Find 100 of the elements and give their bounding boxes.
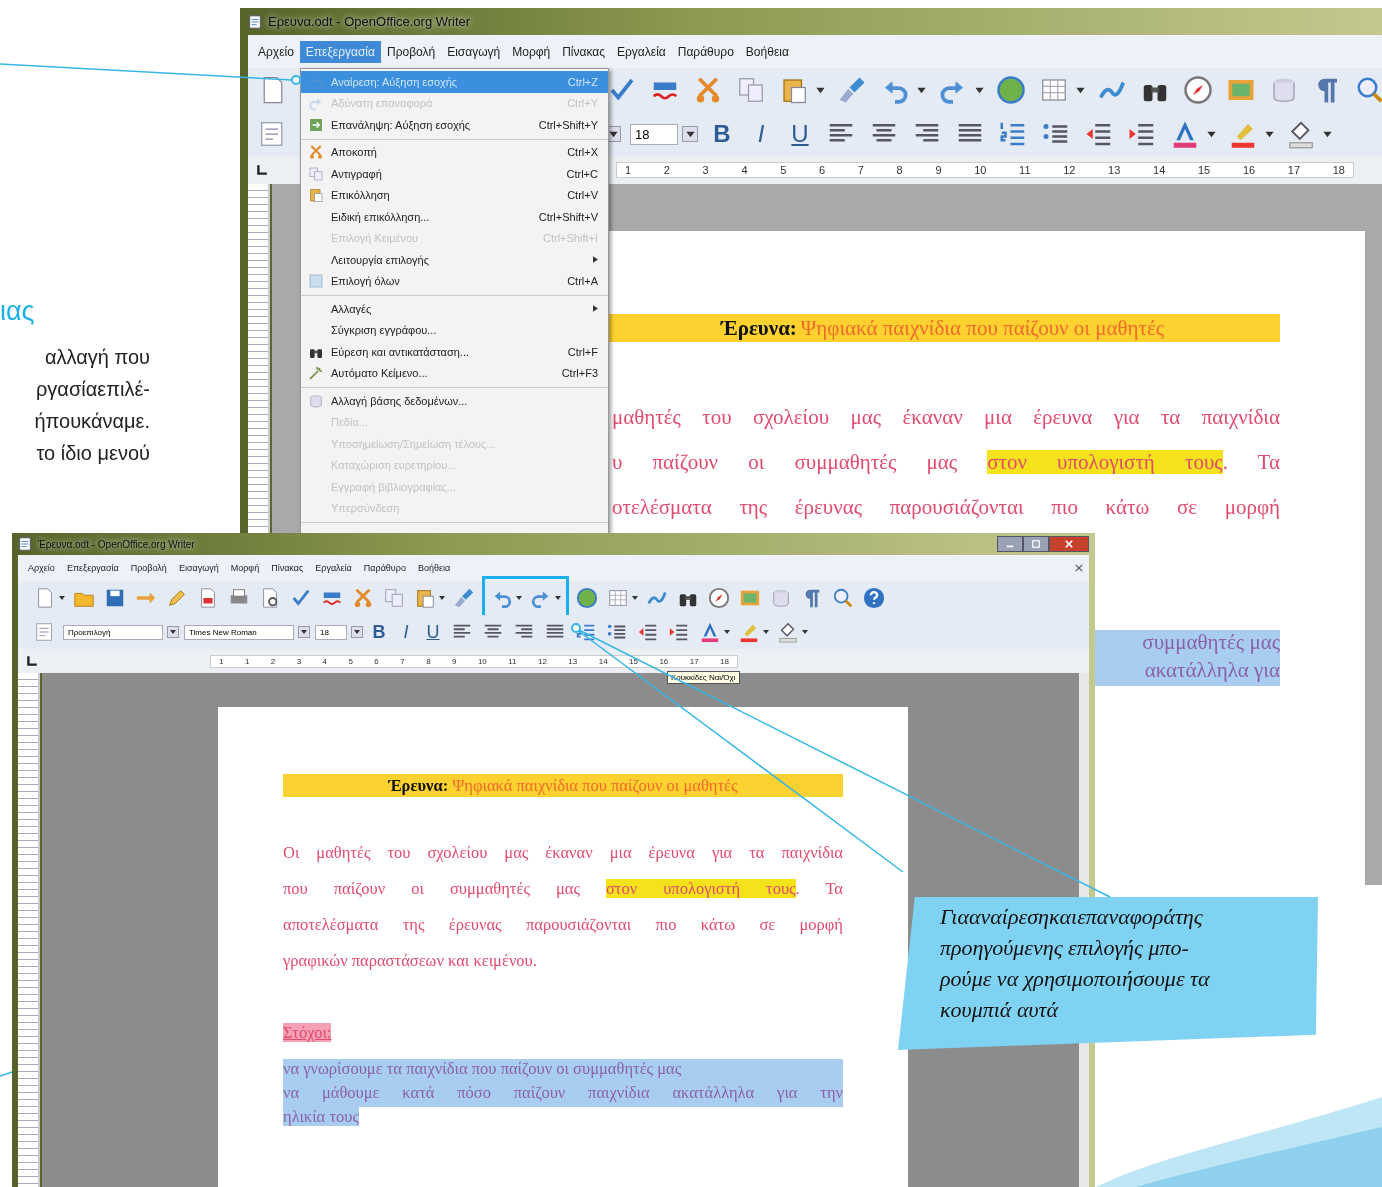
menu-item[interactable]: Αλλαγή βάσης δεδομένων... — [301, 390, 608, 412]
menu-item[interactable]: Αρχείο — [252, 40, 300, 63]
dropdown-caret-icon[interactable] — [801, 628, 809, 636]
format-button[interactable]: U — [422, 621, 444, 643]
ruler-number: 8 — [896, 164, 903, 176]
menu-item[interactable]: Πίνακας — [265, 559, 310, 577]
ruler-number: 15 — [629, 656, 638, 666]
ruler-number: 2 — [663, 164, 670, 176]
app-icon — [248, 14, 262, 29]
highlighted-text: στον υπολογιστή τους — [987, 450, 1223, 474]
menu-item[interactable]: Εισαγωγή — [172, 559, 225, 577]
format-button[interactable]: I — [746, 119, 776, 149]
menu-item[interactable]: Σύγκριση εγγράφου... — [301, 319, 608, 341]
close-button[interactable] — [1049, 536, 1089, 552]
pencil-icon[interactable] — [166, 587, 188, 609]
menu-item[interactable]: Αλλαγές — [301, 298, 608, 320]
font-color-icon[interactable] — [699, 621, 721, 643]
menu-item[interactable]: Παράθυρο — [357, 559, 412, 577]
copy-icon[interactable] — [736, 75, 766, 105]
document-text: . Τα — [795, 879, 843, 898]
menu-item[interactable]: Εισαγωγή — [441, 40, 507, 63]
highlighted-text: να γνωρίσουμε τα παιχνίδια που παίζουν οι συμμαθητές μας — [283, 1059, 843, 1083]
dropdown-caret-icon[interactable] — [58, 594, 66, 602]
dropdown-caret-icon[interactable] — [438, 594, 446, 602]
highlighted-text: ακατάλληλα για — [1095, 658, 1280, 686]
ruler-number: 14 — [1153, 164, 1166, 176]
menu-item[interactable]: Ειδική επικόλληση... Ctrl+Shift+V — [301, 206, 608, 228]
menu-item[interactable]: Πίνακας — [556, 40, 611, 63]
document-text: μαθητές του σχολείου μας έκαναν μια έρευνα για τα παιχνίδια — [612, 405, 1280, 429]
paragraph: αλλαγή που ργασίαεπιλέ- ήπουκάναμε. το ίδιο μενού — [33, 345, 150, 466]
tab-stop-icon[interactable] — [256, 164, 268, 176]
menu-item[interactable]: Επεξεργασία — [60, 559, 125, 577]
menu-item[interactable]: Αντιγραφή Ctrl+C — [301, 163, 608, 185]
dropdown-caret-icon[interactable] — [631, 594, 639, 602]
paint-bucket-icon[interactable] — [777, 621, 799, 643]
ruler-number: 7 — [857, 164, 864, 176]
heading-title: Ψηφιακά παιχνίδια που παίζουν οι μαθητές — [800, 315, 1165, 341]
format-button[interactable]: I — [395, 621, 417, 643]
dropdown-caret-icon[interactable] — [169, 628, 177, 636]
menu-item[interactable]: Μορφή — [224, 559, 266, 577]
dropdown-caret-icon[interactable] — [515, 594, 523, 602]
ruler-number: 11 — [1019, 164, 1031, 176]
menu-item[interactable]: Εύρεση και αντικατάσταση... Ctrl+F — [301, 341, 608, 363]
repeat-icon[interactable] — [308, 116, 324, 133]
menu-item[interactable]: Μορφή — [506, 40, 557, 63]
ruler-number: 15 — [1197, 164, 1211, 176]
ruler-number: 2 — [270, 656, 276, 666]
callout-note: Γιααναίρεσηκαιεπαναφοράτης προηγούμενης επιλογής μπο- ρούμε να χρησιμοποιήσουμε τα κουμπιά αυτά — [898, 897, 1318, 1050]
ruler-number: 11 — [508, 656, 517, 666]
zoom-icon[interactable] — [1355, 75, 1382, 105]
ruler-number: 12 — [1063, 164, 1076, 176]
menu-item[interactable]: Εργαλεία — [309, 559, 358, 577]
ruler-number: 13 — [1108, 164, 1121, 176]
menu-item[interactable]: Βοήθεια — [739, 40, 795, 63]
maximize-button[interactable] — [1023, 536, 1049, 552]
menu-item[interactable]: Λειτουργία επιλογής — [301, 249, 608, 271]
paint-bucket-icon[interactable] — [1286, 119, 1316, 149]
format-button[interactable]: B — [707, 119, 737, 149]
globe-icon[interactable] — [996, 75, 1026, 105]
ruler-number: 9 — [935, 164, 942, 176]
minimize-button[interactable] — [997, 536, 1023, 552]
clipboard-icon[interactable] — [308, 187, 324, 204]
menu-item[interactable]: Επανάληψη: Αύξηση εσοχής Ctrl+Shift+Y — [301, 114, 608, 136]
scissors-icon[interactable] — [308, 144, 324, 161]
dropdown-caret-icon[interactable] — [723, 628, 731, 636]
wand-icon[interactable] — [308, 365, 324, 382]
menu-item[interactable]: Προβολή — [380, 40, 442, 63]
highlighted-text: στον υπολογιστή τους — [605, 879, 796, 898]
dropdown-caret-icon[interactable] — [554, 594, 562, 602]
menu-item[interactable]: Παράθυρο — [671, 40, 740, 63]
menu-item[interactable]: Προβολή — [124, 559, 173, 577]
close-icon[interactable] — [1075, 564, 1083, 572]
menu-item[interactable]: Βοήθεια — [411, 559, 457, 577]
ruler-number: 17 — [689, 656, 699, 666]
highlighted-text: ηλικία τους — [283, 1107, 359, 1126]
window-title: Έρευνα.odt - OpenOffice.org Writer — [38, 538, 195, 550]
section-label: Στόχοι: — [283, 1023, 332, 1042]
scissors-icon[interactable] — [352, 587, 374, 609]
globe-icon[interactable] — [576, 587, 598, 609]
dropdown-caret-icon[interactable] — [762, 628, 770, 636]
clipboard-icon[interactable] — [414, 587, 436, 609]
menu-item[interactable]: Επικόλληση Ctrl+V — [301, 184, 608, 206]
paintbrush-icon[interactable] — [837, 75, 867, 105]
compass-icon[interactable] — [1183, 75, 1213, 105]
ruler-number: 18 — [720, 656, 729, 666]
format-button[interactable]: U — [785, 119, 815, 149]
zoom-icon[interactable] — [832, 587, 854, 609]
menu-item[interactable]: Αυτόματο Κείμενο... Ctrl+F3 — [301, 362, 608, 384]
dropdown-caret-icon[interactable] — [353, 628, 361, 636]
format-button[interactable]: B — [368, 621, 390, 643]
tab-stop-icon[interactable] — [26, 655, 38, 667]
paintbrush-icon[interactable] — [453, 587, 475, 609]
ruler-number: 18 — [1332, 164, 1345, 176]
menu-item[interactable]: Αρχείο — [22, 559, 61, 577]
compass-icon[interactable] — [708, 587, 730, 609]
menu-item[interactable]: Αποκοπή Ctrl+X — [301, 141, 608, 163]
menu-item[interactable]: Επιλογή όλων Ctrl+A — [301, 270, 608, 292]
menu-item[interactable]: Εργαλεία — [611, 40, 672, 63]
dropdown-caret-icon[interactable] — [300, 628, 308, 636]
help-icon[interactable] — [863, 587, 885, 609]
